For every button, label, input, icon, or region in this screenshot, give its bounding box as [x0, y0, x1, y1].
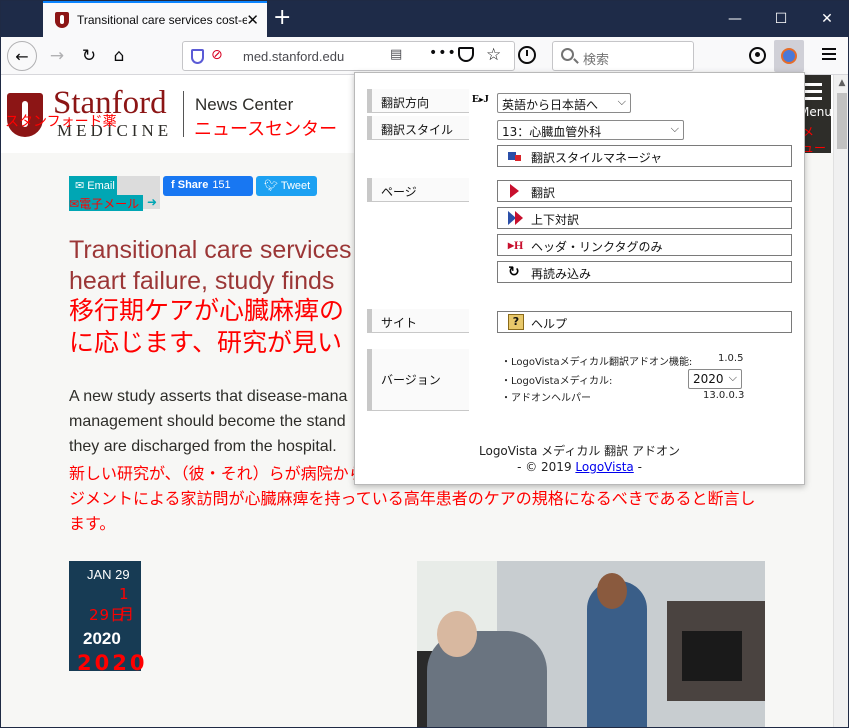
arrow-right-icon: →	[49, 46, 65, 66]
navigation-bar: ← → ↻ ⌂ ⊘ med.stanford.edu ▤ ••• ☆ 検索	[1, 37, 848, 75]
logovista-addon-panel: 翻訳方向 E▸J 英語から日本語へ ⌵ 翻訳スタイル 13：心臓血管外科 ⌵ 翻訳ス…	[354, 72, 805, 485]
account-icon[interactable]	[749, 47, 766, 64]
twitter-tweet-button[interactable]: 🐦︎ Tweet	[256, 176, 317, 196]
envelope-icon: ✉	[75, 180, 88, 192]
home-icon: ⌂	[113, 46, 125, 66]
pocket-icon[interactable]	[458, 47, 474, 62]
news-center-translation: ニュースセンター	[194, 119, 338, 140]
bookmark-star-icon[interactable]: ☆	[486, 45, 501, 65]
insecure-lock-icon[interactable]: ⊘	[211, 47, 223, 63]
reload-icon: ↻	[81, 46, 97, 66]
section-version: バージョン	[367, 349, 469, 411]
section-direction: 翻訳方向	[367, 89, 469, 113]
history-icon[interactable]	[518, 46, 536, 64]
logo-translation: スタンフォード薬	[5, 114, 117, 130]
envelope-icon: ✉	[69, 197, 80, 211]
browser-tab[interactable]: Transitional care services cost-e ✕	[43, 1, 267, 37]
maximize-button[interactable]: ☐	[758, 1, 804, 37]
addon-version-label: ・LogoVistaメディカル翻訳アドオン機能:	[501, 357, 693, 368]
hamburger-menu-icon[interactable]	[819, 45, 839, 65]
facebook-share-count: 151	[212, 179, 231, 191]
chevron-down-icon: ⌵	[617, 95, 626, 108]
style-manager-icon	[508, 149, 524, 163]
news-center-title[interactable]: News Center	[195, 95, 293, 115]
minimize-button[interactable]: —	[712, 1, 758, 37]
logovista-link[interactable]: LogoVista	[575, 460, 633, 474]
date-day-translation: 29日	[89, 606, 127, 624]
header-divider	[183, 91, 184, 137]
facebook-share-button[interactable]: f Share 151	[163, 176, 253, 196]
twitter-icon: 🐦︎	[264, 180, 281, 192]
section-page: ページ	[367, 178, 469, 202]
search-icon	[561, 48, 574, 61]
facebook-icon: f	[171, 179, 178, 191]
reload-icon: ↻	[508, 264, 520, 280]
date-month: JAN 29	[87, 567, 130, 582]
share-email-button[interactable]: ✉ Email	[69, 176, 117, 196]
article-photo	[417, 561, 765, 727]
scroll-up-icon[interactable]: ▲	[834, 75, 848, 92]
addon-footer-copyright: - © 2019 LogoVista -	[517, 460, 642, 474]
date-year: 2020	[83, 629, 121, 648]
search-placeholder: 検索	[583, 53, 610, 68]
share-email-label: Email	[87, 180, 115, 192]
style-manager-button[interactable]: 翻訳スタイルマネージャ	[497, 145, 792, 167]
medical-version-label: ・LogoVistaメディカル:	[501, 376, 613, 387]
search-bar[interactable]: 検索	[552, 41, 694, 71]
arrow-right-icon: ➜	[147, 195, 158, 209]
date-year-translation: 2020	[77, 651, 148, 675]
page-scrollbar[interactable]: ▲	[833, 75, 848, 727]
url-bar[interactable]: ⊘ med.stanford.edu ▤ ••• ☆	[182, 41, 515, 71]
article-headline-translation: 移行期ケアが心臓麻痺の に応じます、研究が見い	[69, 296, 345, 357]
logovista-icon	[781, 48, 797, 64]
addon-footer-title: LogoVista メディカル 翻訳 アドオン	[479, 444, 680, 458]
style-select[interactable]: 13：心臓血管外科 ⌵	[497, 120, 684, 140]
parallel-translation-button[interactable]: 上下対訳	[497, 207, 792, 229]
share-email-translation: ✉電子メール	[69, 195, 144, 211]
reader-view-icon[interactable]: ▤	[390, 47, 402, 62]
page-actions-icon[interactable]: •••	[429, 45, 457, 61]
browser-window: Transitional care services cost-e ✕ + — …	[0, 0, 849, 728]
parallel-translation-icon	[508, 211, 524, 225]
help-button[interactable]: ? ヘルプ	[497, 311, 792, 333]
chevron-down-icon: ⌵	[728, 371, 737, 384]
article-headline: Transitional care services heart failure…	[69, 236, 352, 295]
translate-icon	[510, 184, 519, 198]
translate-button[interactable]: 翻訳	[497, 180, 792, 202]
help-icon: ?	[508, 314, 524, 330]
stanford-favicon-icon	[55, 12, 69, 28]
tab-close-icon[interactable]: ✕	[246, 12, 259, 28]
direction-select[interactable]: 英語から日本語へ ⌵	[497, 93, 631, 113]
tab-strip: Transitional care services cost-e ✕ + — …	[1, 1, 848, 37]
back-button[interactable]: ←	[7, 41, 37, 71]
menu-translation-2: ュー	[802, 141, 827, 155]
header-links-only-button[interactable]: ▸H ヘッダ・リンクタグのみ	[497, 234, 792, 256]
chevron-down-icon: ⌵	[670, 122, 679, 135]
scroll-thumb[interactable]	[837, 93, 847, 149]
new-tab-button[interactable]: +	[273, 7, 291, 29]
helper-version-label: ・アドオンヘルパー	[501, 393, 591, 404]
logovista-extension-button[interactable]	[774, 40, 804, 72]
close-window-button[interactable]: ✕	[804, 1, 848, 37]
addon-version-value: 1.0.5	[718, 353, 744, 364]
medical-version-select[interactable]: 2020 ⌵	[688, 369, 742, 389]
url-text[interactable]: med.stanford.edu	[243, 49, 383, 64]
arrow-left-icon: ←	[15, 46, 29, 66]
helper-version-value: 13.0.0.3	[703, 390, 745, 401]
ej-direction-icon: E▸J	[472, 93, 489, 105]
forward-button[interactable]: →	[43, 42, 71, 70]
section-site: サイト	[367, 309, 469, 333]
menu-bars-icon	[802, 83, 822, 104]
reload-button[interactable]: ↻	[75, 42, 103, 70]
article-intro: A new study asserts that disease-mana ma…	[69, 388, 348, 455]
home-button[interactable]: ⌂	[105, 42, 133, 70]
tab-title: Transitional care services cost-e	[77, 13, 247, 27]
reload-translation-button[interactable]: ↻ 再読み込み	[497, 261, 792, 283]
header-link-icon: ▸H	[508, 238, 524, 252]
tracking-shield-icon[interactable]	[191, 49, 204, 64]
section-style: 翻訳スタイル	[367, 116, 469, 140]
